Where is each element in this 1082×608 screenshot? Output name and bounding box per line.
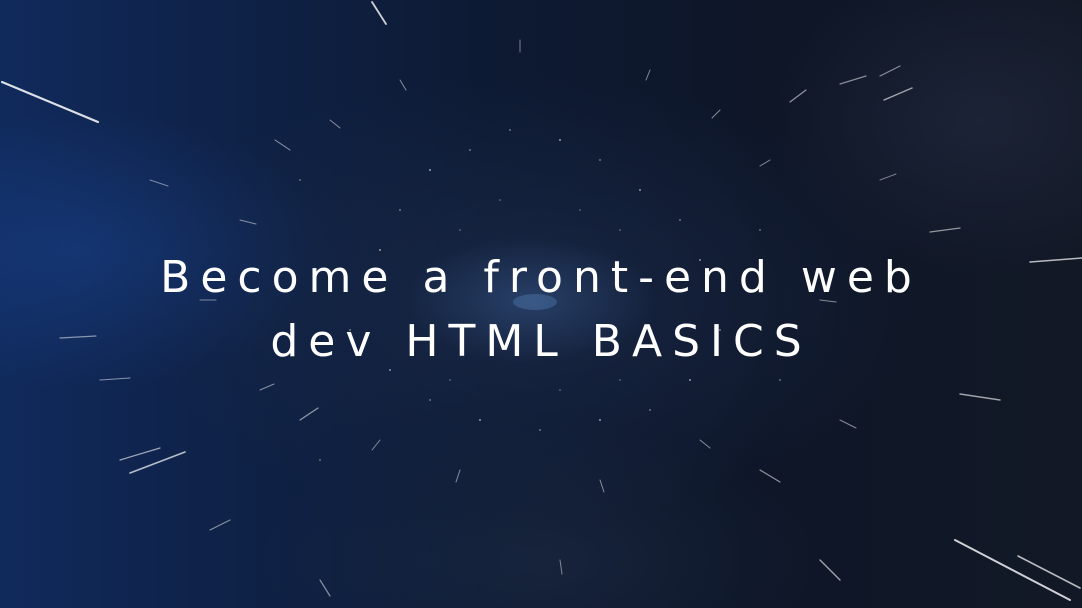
slide-canvas: Become a front-end web dev HTML BASICS <box>0 0 1082 608</box>
title-line-1: Become a front-end web <box>160 252 922 303</box>
title-line-2: dev HTML BASICS <box>270 316 812 367</box>
slide-title: Become a front-end web dev HTML BASICS <box>40 246 1042 374</box>
